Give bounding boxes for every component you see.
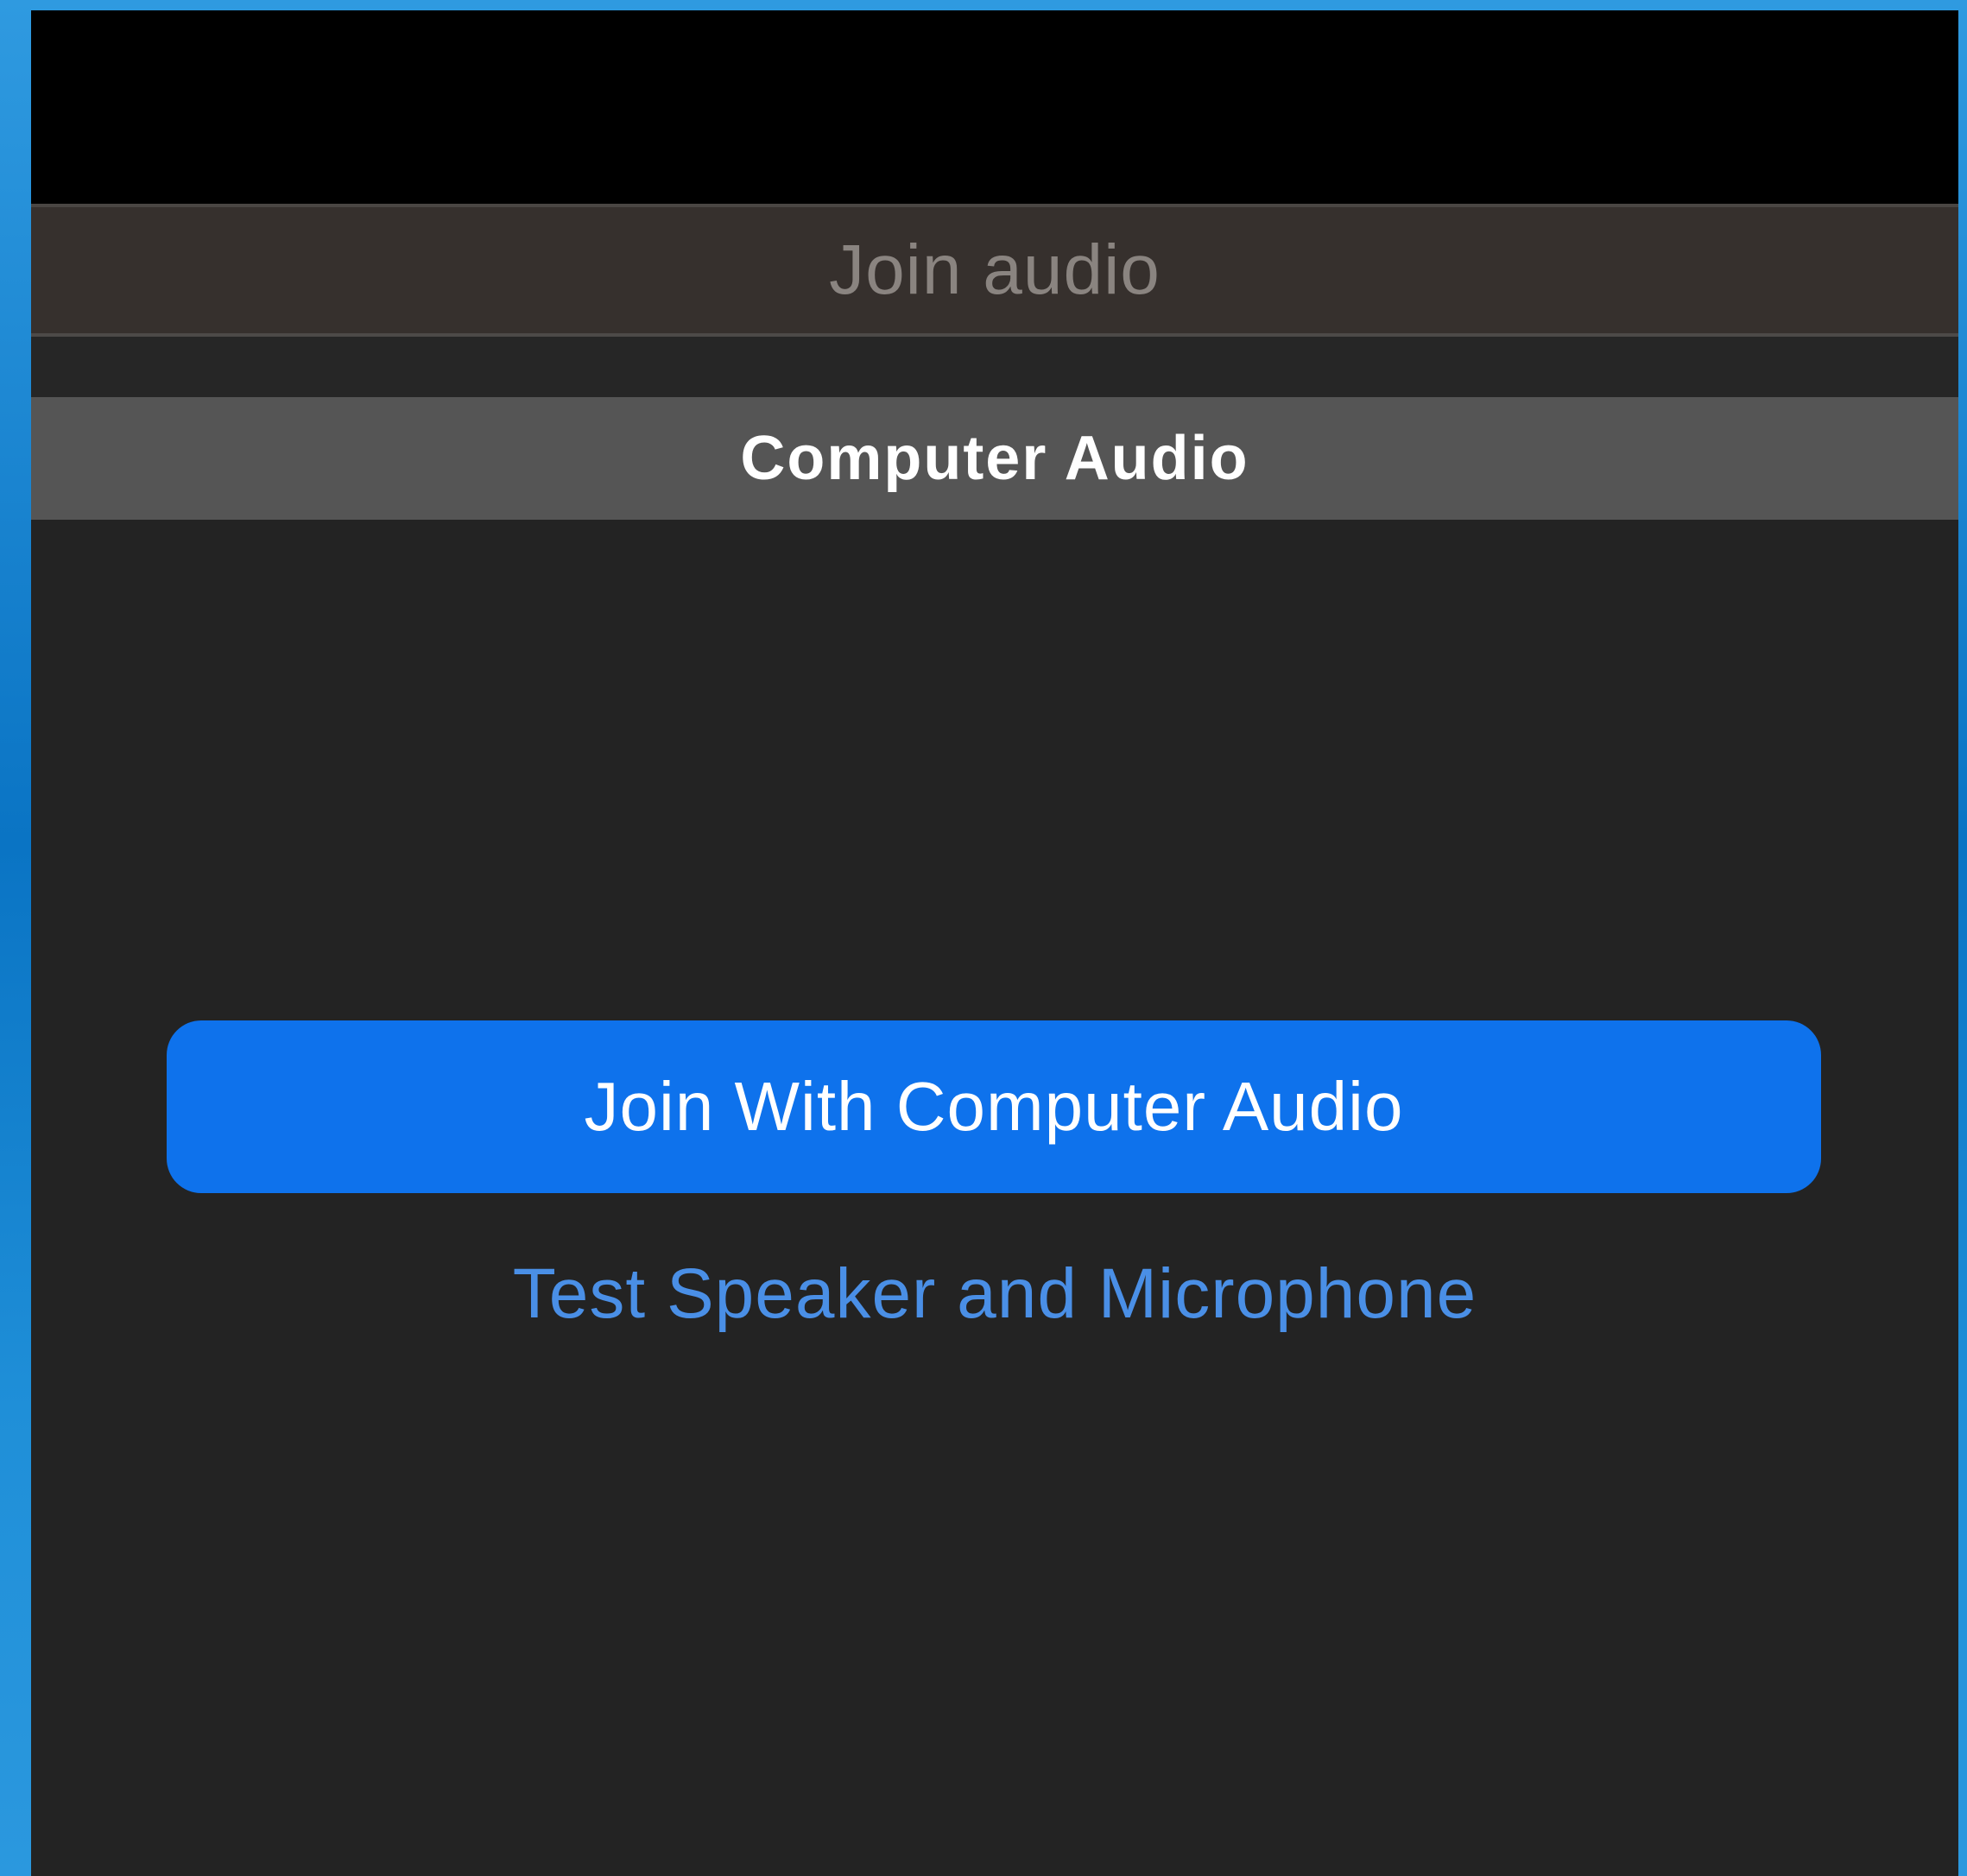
dialog-title: Join audio	[829, 231, 1161, 309]
join-audio-dialog: Join audio Computer Audio Join With Comp…	[31, 10, 1958, 1876]
tab-computer-audio[interactable]: Computer Audio	[31, 397, 1958, 520]
title-bar: Join audio	[31, 204, 1958, 337]
video-area	[31, 10, 1958, 204]
test-speaker-and-microphone-link[interactable]: Test Speaker and Microphone	[31, 1254, 1958, 1335]
tab-strip-spacer	[31, 337, 1958, 397]
tab-label: Computer Audio	[740, 424, 1249, 493]
join-with-computer-audio-button[interactable]: Join With Computer Audio	[167, 1020, 1821, 1193]
